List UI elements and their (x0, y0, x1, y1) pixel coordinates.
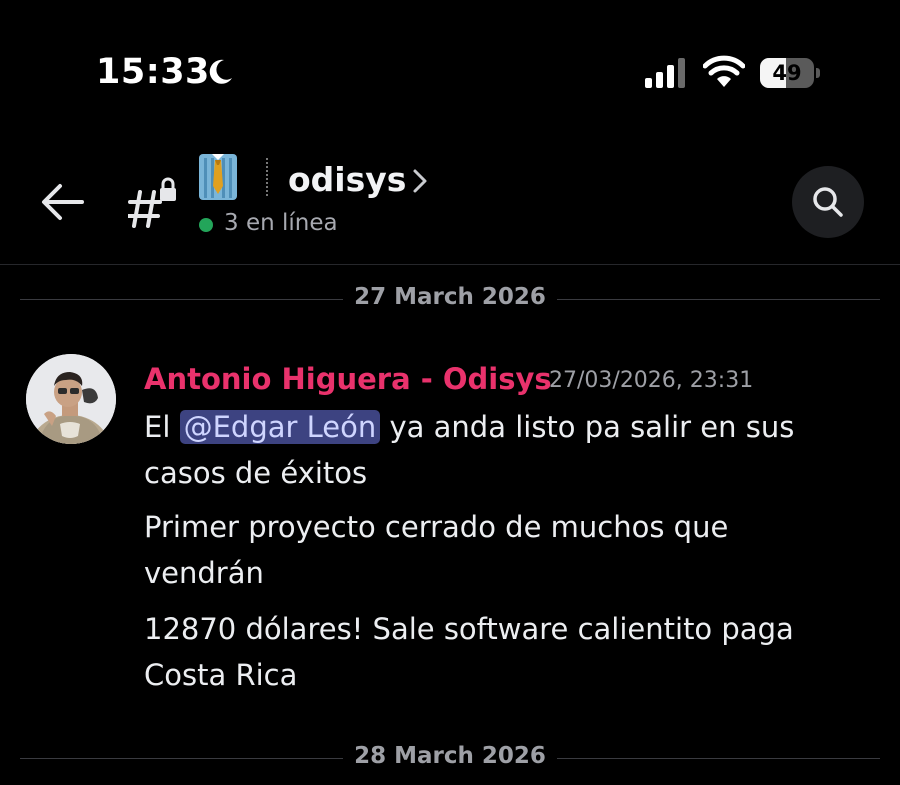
date-divider: 27 March 2026 (20, 280, 880, 320)
message-line: 12870 dólares! Sale software calientito … (144, 612, 794, 692)
status-bar: 15:33 49 (0, 0, 900, 140)
moon-icon (209, 59, 232, 84)
necktie-emoji-icon (199, 154, 237, 200)
channel-name[interactable]: odisys (288, 160, 406, 199)
channel-header: odisys 3 en línea (0, 140, 900, 265)
message-text: El (144, 410, 180, 444)
message-author[interactable]: Antonio Higuera - Odisys (144, 362, 552, 396)
chevron-right-icon[interactable] (410, 168, 430, 194)
online-count: 3 en línea (224, 210, 338, 236)
search-icon (813, 187, 843, 217)
status-time: 15:33 (96, 52, 210, 92)
battery-indicator: 49 (760, 58, 822, 88)
wifi-icon (703, 55, 745, 87)
header-separator (266, 158, 268, 196)
avatar[interactable] (26, 354, 116, 444)
search-button[interactable] (792, 166, 864, 238)
locked-channel-icon (128, 177, 176, 228)
date-divider-label: 27 March 2026 (354, 284, 546, 310)
date-divider-label: 28 March 2026 (354, 743, 546, 769)
message-line: El @Edgar León ya anda listo pa salir en… (144, 404, 844, 496)
cellular-signal-icon (645, 58, 685, 88)
user-mention[interactable]: @Edgar León (179, 410, 381, 444)
online-status-dot (199, 218, 213, 232)
message-timestamp: 27/03/2026, 23:31 (549, 368, 754, 393)
message-line: Primer proyecto cerrado de muchos que ve… (144, 510, 729, 590)
date-divider: 28 March 2026 (20, 739, 880, 779)
back-arrow-icon[interactable] (40, 182, 84, 222)
battery-percentage: 49 (772, 61, 802, 85)
user-avatar-image (26, 354, 116, 444)
